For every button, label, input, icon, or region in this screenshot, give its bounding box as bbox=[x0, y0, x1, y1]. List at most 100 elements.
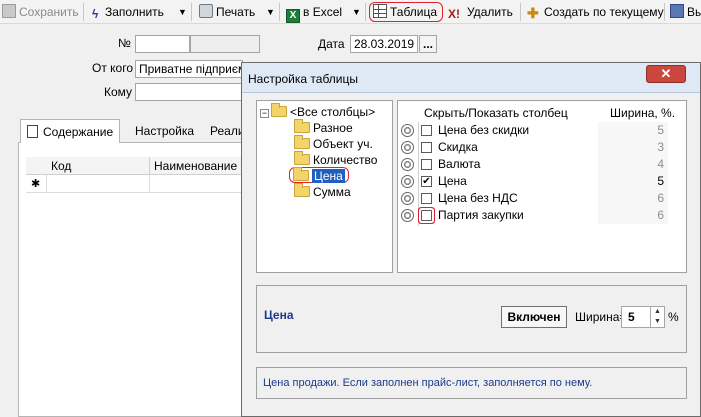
width-label: Ширина= bbox=[575, 310, 627, 324]
new-row-marker: ✱ bbox=[31, 178, 41, 190]
print-dropdown-arrow[interactable]: ▼ bbox=[266, 3, 275, 21]
grid-col-code[interactable]: Код bbox=[51, 159, 71, 173]
column-width[interactable]: 5 bbox=[598, 173, 668, 190]
printer-icon bbox=[199, 4, 213, 18]
date-label: Дата bbox=[318, 37, 345, 51]
tree-item-sum[interactable]: Сумма bbox=[294, 183, 351, 200]
gear-icon[interactable] bbox=[401, 209, 414, 222]
spinner-arrows-icon[interactable]: ▲ ▼ bbox=[650, 307, 664, 327]
gear-icon[interactable] bbox=[401, 175, 414, 188]
excel-icon: X bbox=[286, 9, 300, 23]
date-field[interactable]: 28.03.2019 bbox=[350, 35, 418, 53]
dialog-title: Настройка таблицы bbox=[248, 72, 358, 86]
folder-icon bbox=[294, 151, 310, 165]
document-icon bbox=[27, 125, 38, 138]
column-width[interactable]: 3 bbox=[598, 139, 668, 156]
toolbar-separator bbox=[279, 3, 280, 21]
toolbar-separator bbox=[83, 3, 84, 21]
grid-col-name[interactable]: Наименование bbox=[154, 159, 237, 173]
column-checkbox[interactable] bbox=[421, 193, 432, 204]
folder-icon bbox=[293, 167, 309, 181]
number-field[interactable] bbox=[135, 35, 190, 53]
gear-icon[interactable] bbox=[401, 124, 414, 137]
save-icon bbox=[2, 4, 16, 18]
excel-button[interactable]: Xв Excel bbox=[286, 3, 342, 23]
column-row[interactable]: Партия закупки 6 bbox=[398, 207, 688, 224]
tree-item-misc[interactable]: Разное bbox=[294, 119, 353, 136]
to-label: Кому bbox=[104, 85, 133, 99]
gear-icon[interactable] bbox=[401, 192, 414, 205]
lightning-icon: ϟ bbox=[92, 7, 99, 21]
table-grid-icon bbox=[373, 4, 387, 18]
toolbar-separator bbox=[191, 3, 192, 21]
folder-icon bbox=[294, 119, 310, 133]
create-by-current-button[interactable]: ✚ Создать по текущему bbox=[527, 3, 664, 21]
to-field[interactable] bbox=[135, 83, 243, 101]
hint-panel: Цена продажи. Если заполнен прайс-лист, … bbox=[256, 367, 687, 399]
enabled-toggle-button[interactable]: Включен bbox=[501, 306, 567, 328]
column-row[interactable]: ✔ Цена 5 bbox=[398, 173, 688, 190]
toolbar: Сохранить ϟ Заполнить ▼ Печать ▼ Xв Excel… bbox=[0, 0, 701, 24]
column-detail-panel: Цена Включен Ширина= 5 ▲ ▼ % bbox=[256, 285, 687, 353]
toolbar-separator bbox=[664, 3, 665, 21]
grid-cell-divider bbox=[149, 175, 150, 193]
gear-icon[interactable] bbox=[401, 158, 414, 171]
fill-button[interactable]: ϟ Заполнить bbox=[92, 3, 164, 21]
hint-text: Цена продажи. Если заполнен прайс-лист, … bbox=[263, 377, 593, 389]
width-header: Ширина, %. bbox=[610, 106, 676, 120]
grid-new-row[interactable]: ✱ bbox=[26, 175, 242, 193]
table-settings-dialog: Настройка таблицы ✕ − <Все столбцы> Разно… bbox=[241, 62, 701, 417]
column-width[interactable]: 6 bbox=[598, 207, 668, 224]
column-checkbox-checked[interactable]: ✔ bbox=[421, 176, 432, 187]
folder-open-icon bbox=[271, 103, 287, 117]
overflow-button[interactable]: Вы bbox=[670, 3, 701, 21]
close-icon[interactable]: ✕ bbox=[646, 65, 686, 83]
dialog-titlebar[interactable]: Настройка таблицы ✕ bbox=[242, 63, 700, 93]
number-label: № bbox=[118, 36, 131, 50]
print-button[interactable]: Печать bbox=[199, 3, 255, 21]
gear-icon[interactable] bbox=[401, 141, 414, 154]
tab-settings[interactable]: Настройка bbox=[129, 119, 200, 143]
column-width[interactable]: 4 bbox=[598, 156, 668, 173]
column-checkbox[interactable] bbox=[421, 210, 432, 221]
save-button[interactable]: Сохранить bbox=[2, 3, 79, 21]
number-suffix-field[interactable] bbox=[190, 35, 260, 53]
grid-cell-divider bbox=[46, 175, 47, 193]
column-row[interactable]: Скидка 3 bbox=[398, 139, 688, 156]
folder-icon bbox=[294, 183, 310, 197]
table-button[interactable]: Таблица bbox=[369, 2, 444, 22]
collapse-icon: − bbox=[260, 108, 269, 118]
folder-icon bbox=[294, 135, 310, 149]
tree-root[interactable]: − <Все столбцы> bbox=[260, 103, 375, 120]
tree-item-object[interactable]: Объект уч. bbox=[294, 135, 373, 152]
detail-column-name: Цена bbox=[264, 308, 294, 322]
from-field[interactable]: Приватне підприємс bbox=[135, 60, 243, 78]
column-width[interactable]: 5 bbox=[598, 122, 668, 139]
grid-header: Код Наименование bbox=[26, 157, 242, 175]
column-group-tree: − <Все столбцы> Разное Объект уч. Количес… bbox=[256, 100, 393, 273]
toolbar-separator bbox=[365, 3, 366, 21]
columns-visibility-panel: Скрыть/Показать столбец Ширина, %. Цена … bbox=[397, 100, 687, 273]
tree-item-price[interactable]: Цена bbox=[289, 167, 349, 183]
delete-x-icon: X! bbox=[448, 7, 460, 21]
column-checkbox[interactable] bbox=[421, 159, 432, 170]
delete-button[interactable]: X! Удалить bbox=[448, 3, 513, 21]
column-checkbox[interactable] bbox=[421, 125, 432, 136]
tab-content[interactable]: Содержание bbox=[20, 119, 121, 143]
width-spinner[interactable]: 5 ▲ ▼ bbox=[621, 306, 665, 328]
column-row[interactable]: Цена без НДС 6 bbox=[398, 190, 688, 207]
exit-icon bbox=[670, 4, 684, 18]
plus-icon: ✚ bbox=[527, 5, 539, 21]
from-label: От кого bbox=[92, 61, 134, 75]
grid-col-divider bbox=[149, 157, 150, 175]
excel-dropdown-arrow[interactable]: ▼ bbox=[352, 3, 361, 21]
tree-item-quantity[interactable]: Количество bbox=[294, 151, 377, 168]
columns-header: Скрыть/Показать столбец bbox=[424, 106, 568, 120]
column-checkbox[interactable] bbox=[421, 142, 432, 153]
column-row[interactable]: Валюта 4 bbox=[398, 156, 688, 173]
column-row[interactable]: Цена без скидки 5 bbox=[398, 122, 688, 139]
date-picker-button[interactable]: ... bbox=[419, 35, 437, 53]
column-width[interactable]: 6 bbox=[598, 190, 668, 207]
percent-label: % bbox=[668, 310, 679, 324]
fill-dropdown-arrow[interactable]: ▼ bbox=[178, 3, 187, 21]
